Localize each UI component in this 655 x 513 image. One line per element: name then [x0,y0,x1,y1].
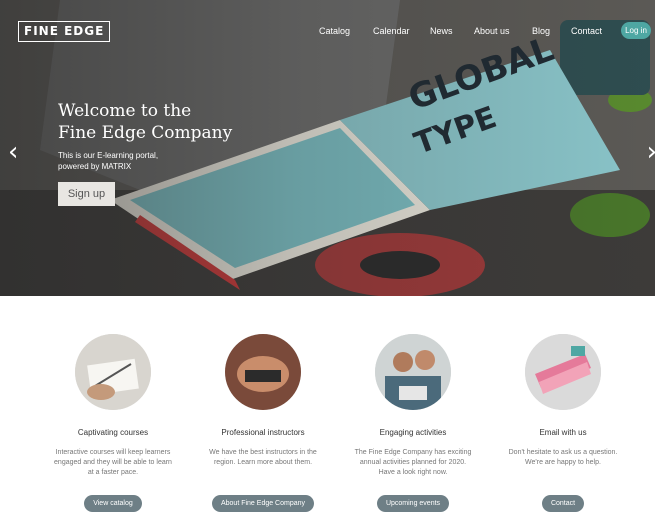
carousel-next-icon[interactable]: › [647,138,655,166]
feature-text: Interactive courses will keep learners e… [54,449,172,476]
about-company-button[interactable]: About Fine Edge Company [211,495,315,512]
hero-banner: GLOBAL TYPE FINE EDGE Catalog Calendar N… [0,0,655,296]
view-catalog-button[interactable]: View catalog [84,495,142,512]
feature-email: Email with us Don't hesitate to ask us a… [488,334,638,512]
upcoming-events-button[interactable]: Upcoming events [376,495,450,512]
pencil-sketch-icon [75,334,151,410]
team-laptop-icon [375,334,451,410]
feature-text: The Fine Edge Company has exciting annua… [354,449,472,476]
feature-activities: Engaging activities The Fine Edge Compan… [338,334,488,512]
login-button[interactable]: Log in [621,22,651,39]
nav-item-calendar[interactable]: Calendar [373,24,410,38]
feature-instructors: Professional instructors We have the bes… [188,334,338,512]
swatches-icon [525,334,601,410]
hero-title-line2: Fine Edge Company [58,123,233,143]
nav-item-about[interactable]: About us [474,24,510,38]
hero-subtitle-line2: powered by MATRIX [58,162,132,171]
feature-title: Captivating courses [77,428,149,437]
nav-item-news[interactable]: News [430,24,453,38]
handshake-icon [225,334,301,410]
nav-item-catalog[interactable]: Catalog [319,24,350,38]
carousel-prev-icon[interactable]: ‹ [8,138,18,166]
hero-shade [0,0,655,296]
hero-title: Welcome to the Fine Edge Company [58,100,288,144]
hero-subtitle: This is our E-learning portal, powered b… [58,150,258,172]
feature-courses: Captivating courses Interactive courses … [38,334,188,512]
hero-title-line1: Welcome to the [58,101,192,121]
feature-text: We have the best instructors in the regi… [209,449,317,466]
main-nav: Catalog Calendar News About us Blog Cont… [0,24,655,40]
feature-title: Professional instructors [221,428,305,437]
feature-text: Don't hesitate to ask us a question. We'… [508,449,618,466]
nav-item-contact[interactable]: Contact [571,24,602,38]
feature-title: Email with us [539,428,587,437]
hero-subtitle-line1: This is our E-learning portal, [58,151,159,160]
contact-button[interactable]: Contact [541,495,585,512]
nav-item-blog[interactable]: Blog [532,24,550,38]
feature-title: Engaging activities [379,428,447,437]
signup-button[interactable]: Sign up [58,182,115,206]
